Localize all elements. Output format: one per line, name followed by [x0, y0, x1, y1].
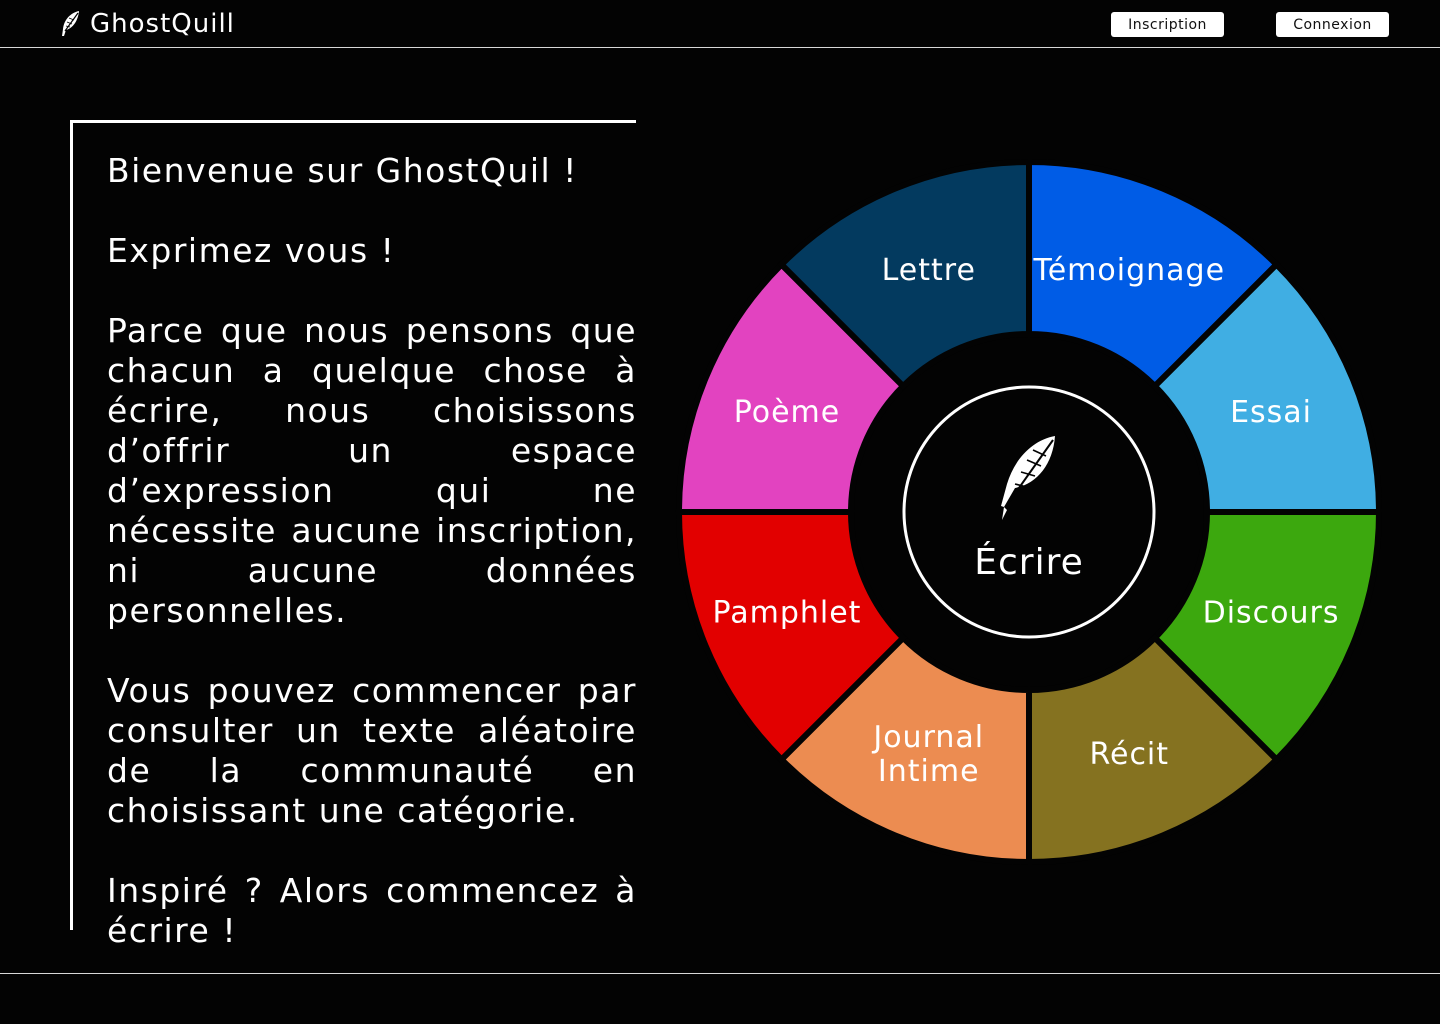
signup-button[interactable]: Inscription: [1111, 12, 1224, 37]
write-label: Écrire: [974, 541, 1084, 583]
intro-paragraph-write: Inspiré ? Alors commencez à écrire !: [107, 871, 637, 950]
app-root: GhostQuill Inscription Connexion Bienven…: [0, 0, 1440, 1024]
write-button-ring[interactable]: [902, 385, 1156, 639]
intro-paragraph-mission: Parce que nous pensons que chacun a quel…: [107, 311, 637, 630]
brand-logo-link[interactable]: GhostQuill: [58, 7, 235, 41]
category-wheel-svg: TémoignageEssaiDiscoursRécitJournal Intim…: [675, 158, 1383, 866]
intro-panel: Bienvenue sur GhostQuil ! Exprimez vous …: [70, 120, 636, 950]
login-button[interactable]: Connexion: [1276, 12, 1389, 37]
brand-name: GhostQuill: [90, 9, 235, 39]
express-heading: Exprimez vous !: [107, 231, 396, 270]
welcome-heading: Bienvenue sur GhostQuil !: [107, 151, 578, 190]
quill-icon: [58, 9, 82, 39]
category-wheel: Témoignage Essai Discours Récit Journal Intim…: [675, 158, 1383, 866]
page-footer: [0, 973, 1440, 1024]
write-button[interactable]: Écrire: [902, 385, 1156, 639]
intro-paragraph-browse: Vous pouvez commencer par consulter un t…: [107, 671, 637, 830]
intro-text: Bienvenue sur GhostQuil ! Exprimez vous …: [107, 151, 637, 991]
top-header: GhostQuill Inscription Connexion: [0, 0, 1440, 48]
